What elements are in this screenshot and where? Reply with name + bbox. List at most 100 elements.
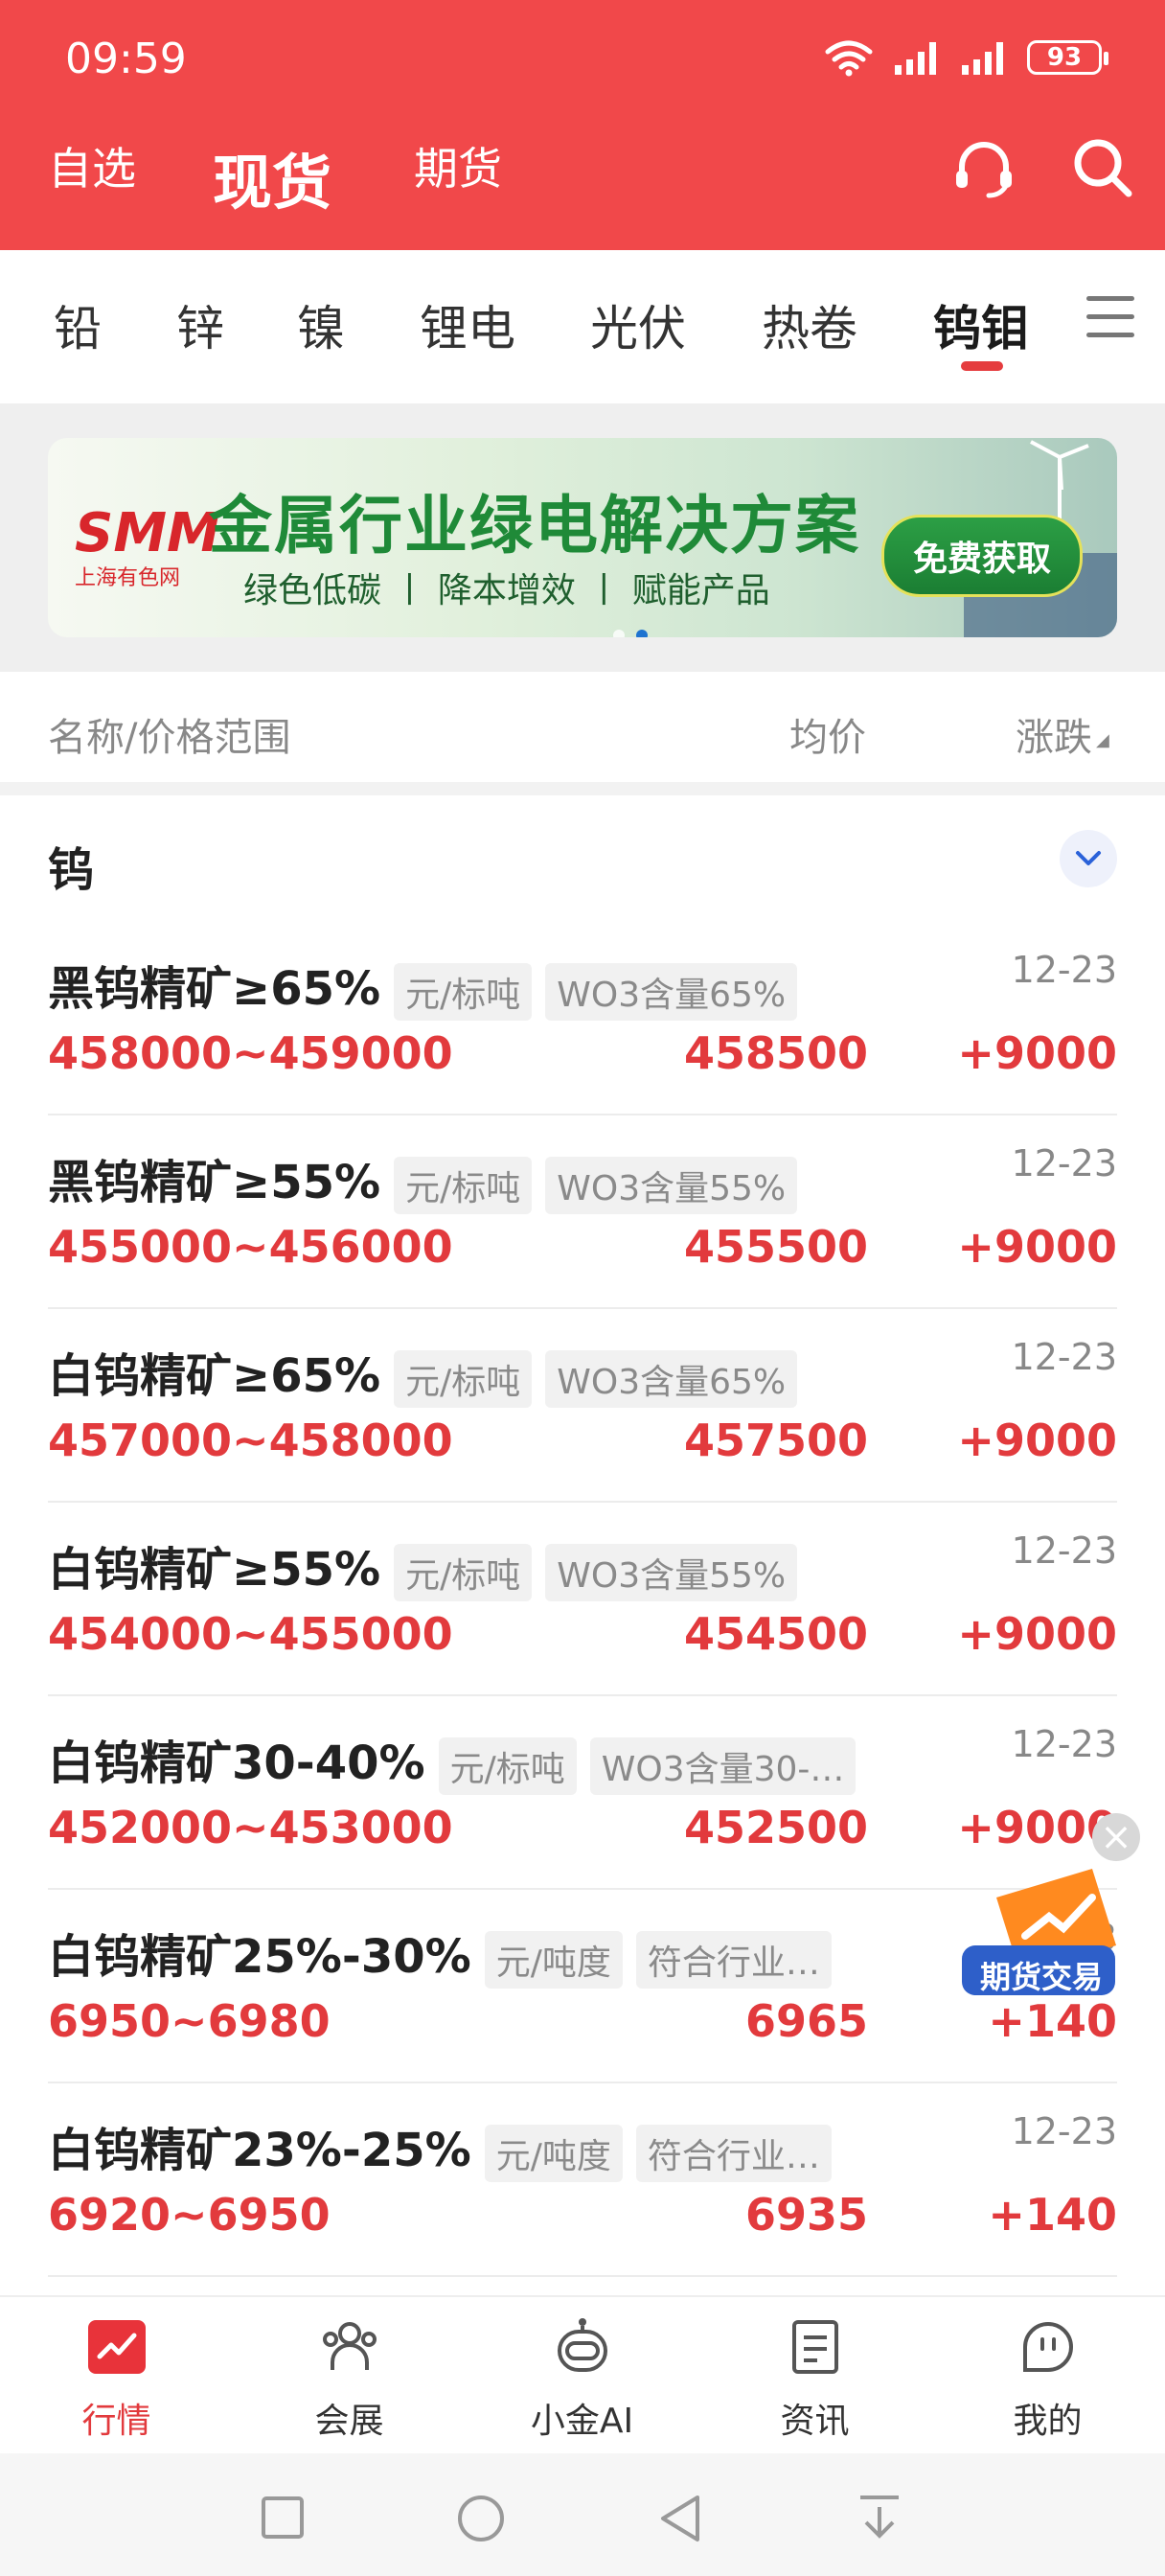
signal-icon-2 [962, 42, 1003, 75]
product-name: 黑钨精矿≥65% [48, 962, 381, 1016]
menu-icon[interactable] [1086, 296, 1134, 338]
nav-news[interactable]: 资讯 [698, 2297, 931, 2455]
free-get-button[interactable]: 免费获取 [880, 515, 1083, 597]
recent-apps-icon[interactable] [261, 2496, 305, 2540]
promo-banner[interactable]: SMM 上海有色网 金属行业绿电解决方案 绿色低碳 丨 降本增效 丨 赋能产品 … [48, 438, 1117, 637]
nav-market[interactable]: 行情 [0, 2297, 233, 2455]
price-row[interactable]: 白钨精矿25%-30%元/吨度符合行业… 12-23 6950~6980 696… [48, 1888, 1117, 2083]
avg-price: 455500 [683, 1221, 868, 1273]
nav-ai[interactable]: 小金AI [466, 2297, 698, 2455]
unit-tag: 元/标吨 [394, 963, 533, 1021]
chevron-down-icon [1076, 851, 1101, 865]
avg-price: 454500 [683, 1608, 868, 1660]
spec-tag: 符合行业… [635, 1931, 832, 1989]
category-nickel[interactable]: 镍 [297, 290, 345, 359]
spec-tag: 符合行业… [635, 2125, 832, 2182]
document-icon [792, 2320, 838, 2374]
column-change[interactable]: 涨跌 ◢ [1016, 706, 1109, 762]
price-date: 12-23 [1011, 1723, 1117, 1765]
spec-tag: WO3含量55% [545, 1157, 798, 1214]
price-row[interactable]: 白钨精矿≥65% 元/标吨 WO3含量65% 12-23 457000~458000… [48, 1307, 1117, 1503]
avg-price: 452500 [683, 1802, 868, 1853]
banner-section: SMM 上海有色网 金属行业绿电解决方案 绿色低碳 丨 降本增效 丨 赋能产品 … [0, 403, 1165, 672]
unit-tag: 元/吨度 [484, 2125, 623, 2182]
futures-trading-float[interactable]: 期货交易 [958, 1869, 1121, 2003]
price-row[interactable]: 白钨精矿30-40% 元/标吨 WO3含量30-… 12-23 452000~453… [48, 1694, 1117, 1890]
category-hot-coil[interactable]: 热卷 [762, 290, 857, 359]
smile-icon [1023, 2322, 1073, 2372]
category-tungsten-molybdenum[interactable]: 钨钼 [933, 290, 1029, 359]
chart-trend-icon [88, 2320, 146, 2374]
app-header: 09:59 93 自选 现货 期货 [0, 0, 1165, 250]
category-zinc[interactable]: 锌 [176, 290, 224, 359]
spec-tag: WO3含量65% [545, 1350, 798, 1408]
price-date: 12-23 [1011, 2110, 1117, 2152]
divider [0, 782, 1165, 795]
collapse-toggle[interactable] [1060, 830, 1117, 887]
unit-tag: 元/标吨 [394, 1350, 533, 1408]
avg-price: 457500 [683, 1414, 868, 1466]
product-name: 白钨精矿≥65% [48, 1349, 381, 1403]
product-name: 黑钨精矿≥55% [48, 1156, 381, 1209]
column-name: 名称/价格范围 [48, 716, 291, 760]
price-row[interactable]: 黑钨精矿≥65% 元/标吨 WO3含量65% 12-23 458000~459000… [48, 920, 1117, 1116]
price-change: +9000 [957, 1414, 1117, 1466]
price-range: 457000~458000 [48, 1414, 453, 1466]
spec-tag: WO3含量30-… [589, 1737, 857, 1795]
nav-exhibition[interactable]: 会展 [233, 2297, 466, 2455]
category-bar: 铅 锌 镍 锂电 光伏 热卷 钨钼 [0, 250, 1165, 403]
tab-spot[interactable]: 现货 [213, 134, 331, 220]
spec-tag: WO3含量65% [545, 963, 798, 1021]
price-date: 12-23 [1011, 949, 1117, 991]
avg-price: 458500 [683, 1027, 868, 1079]
price-range: 452000~453000 [48, 1802, 453, 1853]
status-time: 09:59 [65, 34, 187, 83]
price-date: 12-23 [1011, 1142, 1117, 1184]
back-icon[interactable] [657, 2494, 703, 2543]
price-date: 12-23 [1011, 1336, 1117, 1378]
column-avg[interactable]: 均价 [789, 706, 866, 762]
nav-profile[interactable]: 我的 [931, 2297, 1164, 2455]
headset-icon[interactable] [950, 134, 1017, 201]
banner-title: 金属行业绿电解决方案 [209, 489, 860, 563]
price-range: 455000~456000 [48, 1221, 453, 1273]
price-row[interactable]: 白钨精矿23%-25% 元/吨度 符合行业… 12-23 6920~6950 693… [48, 2082, 1117, 2277]
category-photovoltaic[interactable]: 光伏 [590, 290, 686, 359]
status-icons: 93 [822, 38, 1108, 77]
price-range: 454000~455000 [48, 1608, 453, 1660]
sort-icon: ◢ [1096, 729, 1109, 750]
spec-tag: WO3含量55% [545, 1544, 798, 1601]
price-change: +9000 [957, 1608, 1117, 1660]
group-title: 钨 [48, 843, 95, 897]
notification-pull-icon[interactable] [857, 2494, 902, 2543]
system-nav-bar [0, 2453, 1165, 2576]
group-header[interactable]: 钨 [0, 795, 1165, 920]
unit-tag: 元/标吨 [394, 1544, 533, 1601]
battery-indicator: 93 [1027, 40, 1108, 75]
unit-tag: 元/标吨 [394, 1157, 533, 1214]
active-category-indicator [961, 361, 1003, 371]
carousel-dots [613, 630, 648, 637]
category-lithium[interactable]: 锂电 [420, 290, 515, 359]
close-icon[interactable]: × [1092, 1813, 1140, 1861]
bottom-nav: 行情 会展 小金AI 资讯 我的 [0, 2295, 1165, 2455]
search-icon[interactable] [1069, 134, 1136, 201]
tab-futures[interactable]: 期货 [414, 134, 502, 197]
tab-watchlist[interactable]: 自选 [48, 134, 136, 197]
product-name: 白钨精矿≥55% [48, 1543, 381, 1597]
price-row[interactable]: 白钨精矿≥55% 元/标吨 WO3含量55% 12-23 454000~455000… [48, 1501, 1117, 1696]
price-row[interactable]: 黑钨精矿≥55% 元/标吨 WO3含量55% 12-23 455000~456000… [48, 1114, 1117, 1309]
category-lead[interactable]: 铅 [54, 290, 102, 359]
unit-tag: 元/吨度 [484, 1931, 623, 1989]
price-date: 12-23 [1011, 1530, 1117, 1572]
product-name: 白钨精矿23%-25% [48, 2124, 471, 2177]
product-name: 白钨精矿30-40% [48, 1736, 425, 1790]
wifi-icon [825, 40, 873, 77]
avg-price: 6965 [744, 1995, 868, 2047]
people-icon [323, 2322, 377, 2370]
price-change: +140 [988, 1995, 1117, 2047]
price-range: 6920~6950 [48, 2189, 331, 2241]
price-range: 458000~459000 [48, 1027, 453, 1079]
float-ad-label: 期货交易 [979, 1959, 1103, 1995]
home-icon[interactable] [456, 2494, 506, 2543]
